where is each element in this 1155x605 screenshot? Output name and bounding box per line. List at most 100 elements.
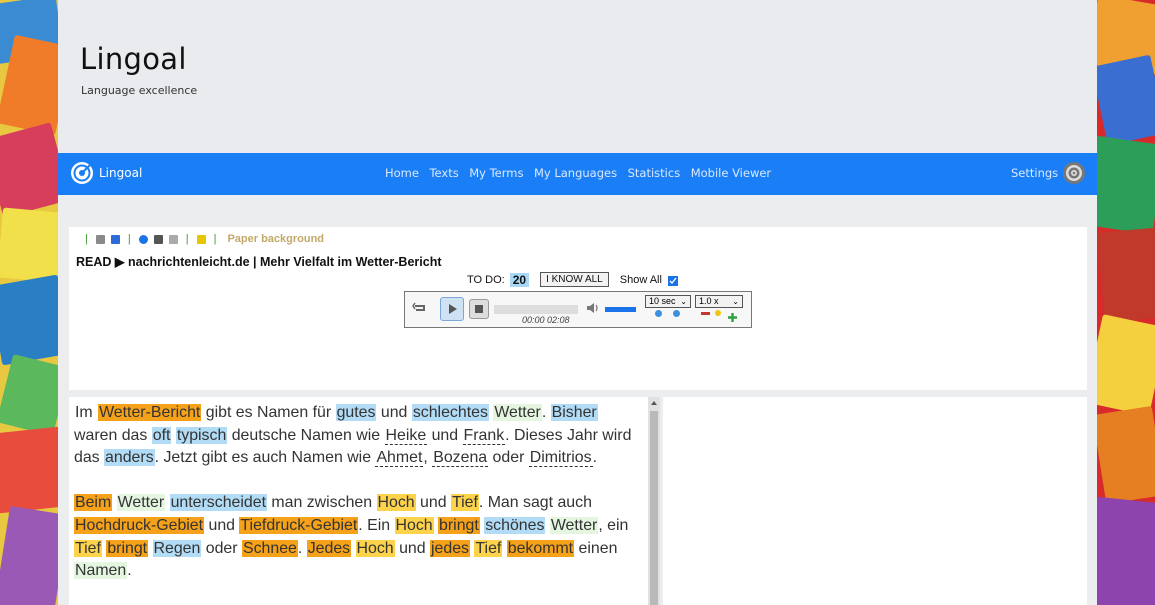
text-word[interactable]: Heike: [384, 426, 428, 445]
i-know-all-button[interactable]: I KNOW ALL: [540, 272, 609, 287]
text-paragraph: Im Wetter-Bericht gibt es Namen für gute…: [74, 404, 632, 468]
toolbar-separator: |: [213, 233, 217, 245]
text-word[interactable]: schönes: [484, 516, 546, 534]
play-button[interactable]: [440, 297, 464, 321]
text-word[interactable]: bekommt: [506, 539, 575, 557]
text-word[interactable]: Tief: [450, 494, 479, 512]
lingoal-logo-icon[interactable]: [70, 161, 94, 185]
text-word[interactable]: Hoch: [394, 516, 434, 534]
site-header: Lingoal Language excellence: [58, 0, 1097, 153]
text-word[interactable]: Im: [74, 404, 94, 421]
text-word[interactable]: Bozena: [432, 449, 489, 468]
text-word[interactable]: Hoch: [376, 494, 416, 512]
text-paragraph: Beim Wetter unterscheidet man zwischen H…: [74, 494, 629, 580]
previous-text-icon[interactable]: [95, 234, 105, 244]
text-word[interactable]: anders: [104, 449, 155, 467]
chevron-down-icon: ⌄: [732, 297, 739, 306]
text-word[interactable]: Hochdruck-Gebiet: [74, 516, 205, 534]
volume-slider[interactable]: [605, 307, 636, 312]
repeat-icon[interactable]: [411, 299, 429, 317]
reading-text: Im Wetter-Bericht gibt es Namen für gute…: [74, 402, 634, 605]
edit-text-icon[interactable]: [168, 234, 178, 244]
text-word[interactable]: Regen: [152, 539, 202, 557]
text-word[interactable]: Tief: [474, 539, 503, 557]
help-icon[interactable]: [138, 234, 148, 244]
toolbar-separator: |: [185, 233, 189, 245]
todo-label: TO DO:: [467, 273, 505, 286]
site-tagline: Language excellence: [81, 84, 198, 97]
nav-my-languages[interactable]: My Languages: [534, 166, 617, 180]
term-detail-panel: [663, 397, 1087, 605]
toolbar-separator: |: [127, 233, 131, 245]
text-word[interactable]: Beim: [74, 494, 113, 512]
nav-mobile-viewer[interactable]: Mobile Viewer: [691, 166, 771, 180]
reader-header-panel: | | | | Paper background READ ▶ nachrich…: [69, 227, 1087, 390]
paper-background-link[interactable]: Paper background: [227, 233, 324, 245]
text-word[interactable]: Tiefdruck-Gebiet: [239, 516, 359, 534]
text-scrollbar[interactable]: [648, 397, 660, 605]
stop-button[interactable]: [469, 299, 489, 319]
bookmark-icon[interactable]: [196, 234, 206, 244]
app-frame: Lingoal Language excellence Lingoal Home…: [58, 0, 1097, 605]
scroll-up-arrow-icon[interactable]: [651, 401, 657, 405]
nav-brand[interactable]: Lingoal: [99, 166, 142, 180]
volume-icon[interactable]: [586, 302, 600, 314]
text-word[interactable]: Ahmet: [375, 449, 424, 468]
background-collage-right: [1097, 0, 1155, 605]
text-word[interactable]: Wetter: [549, 516, 599, 534]
speed-decrease-icon[interactable]: [701, 312, 710, 315]
speed-reset-icon[interactable]: [715, 310, 721, 316]
scrollbar-thumb[interactable]: [650, 411, 658, 605]
show-all-checkbox[interactable]: [667, 275, 678, 286]
text-word[interactable]: Jedes: [306, 539, 352, 557]
nav-my-terms[interactable]: My Terms: [469, 166, 523, 180]
nav-texts[interactable]: Texts: [429, 166, 458, 180]
text-word[interactable]: Wetter-Bericht: [98, 404, 202, 421]
nav-home[interactable]: Home: [385, 166, 419, 180]
text-word[interactable]: Bisher: [550, 404, 598, 421]
reader-toolbar: | | | | Paper background: [80, 233, 324, 245]
site-title: Lingoal: [80, 42, 187, 76]
text-word[interactable]: schlechtes: [411, 404, 489, 421]
show-all-label: Show All: [619, 273, 662, 286]
text-word[interactable]: jedes: [430, 539, 470, 557]
top-navbar: Lingoal Home Texts My Terms My Languages…: [58, 153, 1097, 195]
next-text-icon[interactable]: [110, 234, 120, 244]
print-icon[interactable]: [153, 234, 163, 244]
nav-statistics[interactable]: Statistics: [628, 166, 681, 180]
skip-select-value: 10 sec: [649, 296, 676, 306]
text-word[interactable]: gutes: [335, 404, 377, 421]
text-word[interactable]: Schnee: [241, 539, 298, 557]
text-word[interactable]: Tief: [74, 539, 102, 557]
toolbar-separator: |: [85, 233, 88, 245]
nav-settings[interactable]: Settings: [1011, 166, 1058, 180]
todo-bar: TO DO: 20 I KNOW ALL Show All: [467, 272, 678, 287]
text-word[interactable]: Wetter: [493, 404, 542, 421]
reading-text-panel: Im Wetter-Bericht gibt es Namen für gute…: [69, 397, 648, 605]
audio-player: 00:00 02:08 10 sec ⌄ 1.0 x ⌄: [404, 291, 752, 328]
text-word[interactable]: Hoch: [355, 539, 395, 557]
text-word[interactable]: bringt: [438, 516, 480, 534]
settings-target-icon[interactable]: [1062, 161, 1086, 185]
text-word[interactable]: Dimitrios: [528, 449, 593, 468]
text-word[interactable]: Frank: [462, 426, 506, 445]
text-word[interactable]: bringt: [106, 539, 149, 557]
speed-increase-icon[interactable]: [728, 309, 737, 322]
text-word[interactable]: unterscheidet: [169, 494, 267, 512]
chevron-down-icon: ⌄: [680, 297, 687, 306]
time-readout: 00:00 02:08: [522, 315, 570, 325]
skip-back-icon[interactable]: [655, 310, 662, 317]
text-word[interactable]: oft: [151, 426, 172, 444]
todo-count: 20: [509, 272, 530, 287]
read-title: READ ▶ nachrichtenleicht.de | Mehr Vielf…: [76, 255, 442, 269]
text-word[interactable]: typisch: [175, 426, 228, 444]
progress-bar[interactable]: [494, 305, 578, 314]
skip-forward-icon[interactable]: [673, 310, 680, 317]
background-collage-left: [0, 0, 58, 605]
speed-select-value: 1.0 x: [699, 296, 719, 306]
skip-select[interactable]: 10 sec ⌄: [645, 295, 691, 308]
speed-select[interactable]: 1.0 x ⌄: [695, 295, 743, 308]
nav-links: Home Texts My Terms My Languages Statist…: [385, 166, 782, 180]
text-word[interactable]: Wetter: [116, 494, 166, 512]
text-word[interactable]: Namen: [74, 562, 128, 580]
